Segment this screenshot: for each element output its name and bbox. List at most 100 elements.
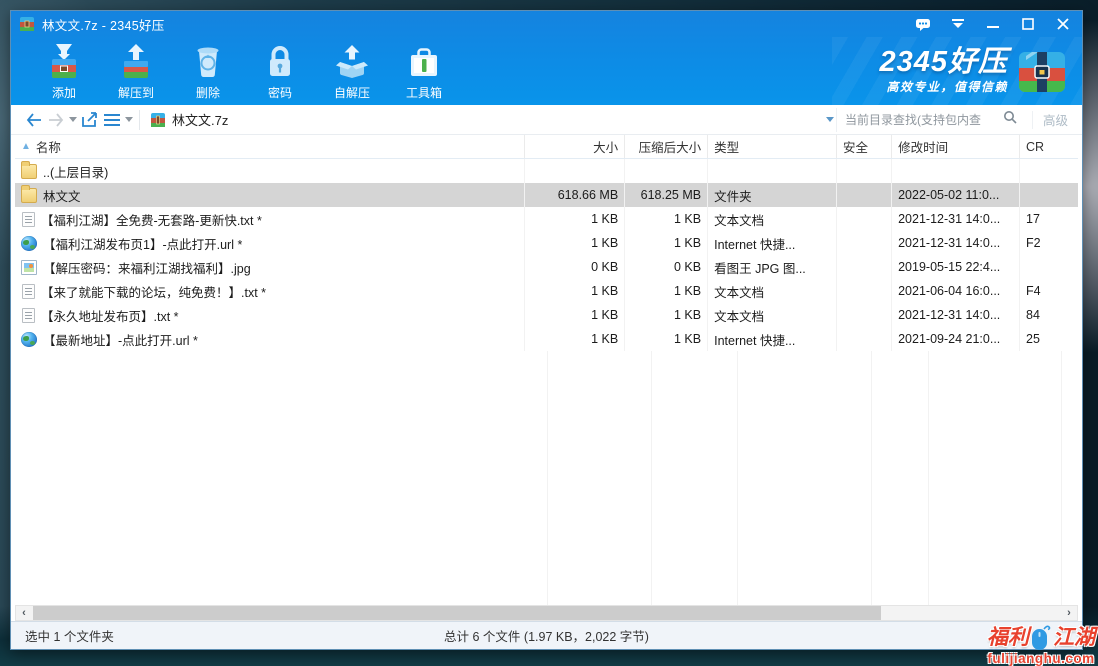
file-packed-size-cell: 618.25 MB <box>625 183 708 207</box>
toolbar-toolbox-button[interactable]: 工具箱 <box>391 41 457 103</box>
search-input[interactable] <box>845 113 1003 127</box>
file-list: ..(上层目录) 林文文 618.66 MB 618.25 MB 文件夹 202… <box>15 159 1078 351</box>
column-header-type[interactable]: 类型 <box>708 135 837 158</box>
column-header-modified[interactable]: 修改时间 <box>892 135 1020 158</box>
feedback-icon[interactable] <box>910 14 936 34</box>
jpg-file-icon <box>21 260 37 275</box>
maximize-button[interactable] <box>1015 14 1041 34</box>
scrollbar-thumb[interactable] <box>33 606 881 620</box>
toolbar-add-button[interactable]: 添加 <box>31 41 97 103</box>
table-row[interactable]: 【永久地址发布页】.txt * 1 KB 1 KB 文本文档 2021-12-3… <box>15 303 1078 327</box>
sort-ascending-icon: ▲ <box>21 141 31 152</box>
file-modified-cell: 2021-12-31 14:0... <box>892 303 1020 327</box>
address-bar: 林文文.7z 高级 <box>11 105 1082 135</box>
file-modified-cell: 2022-05-02 11:0... <box>892 183 1020 207</box>
file-modified-cell: 2021-12-31 14:0... <box>892 207 1020 231</box>
txt-file-icon <box>22 308 35 323</box>
file-type-cell: 文本文档 <box>708 303 837 327</box>
file-name-text: ..(上层目录) <box>43 162 108 181</box>
extract-to-icon <box>116 41 156 83</box>
toolbar-password-button[interactable]: 密码 <box>247 41 313 103</box>
toolbar-button-label: 密码 <box>268 84 292 101</box>
close-button[interactable] <box>1050 14 1076 34</box>
file-size-cell: 1 KB <box>525 327 625 351</box>
column-gridline <box>1061 351 1062 605</box>
file-crc-cell: 25 <box>1020 327 1078 351</box>
column-gridline <box>871 351 872 605</box>
column-header-packed[interactable]: 压缩后大小 <box>625 135 708 158</box>
forward-icon[interactable] <box>45 109 67 131</box>
file-type-cell: Internet 快捷... <box>708 327 837 351</box>
view-caret-icon[interactable] <box>123 109 135 131</box>
advanced-search-button[interactable]: 高级 <box>1032 111 1076 129</box>
toolbar-sfx-button[interactable]: 自解压 <box>319 41 385 103</box>
file-name-text: 林文文 <box>43 186 81 205</box>
file-packed-size-cell <box>625 159 708 183</box>
file-modified-cell: 2021-12-31 14:0... <box>892 231 1020 255</box>
horizontal-scrollbar[interactable]: ‹ › <box>15 605 1078 621</box>
haozip-window: 林文文.7z - 2345好压 <box>10 10 1083 650</box>
file-size-cell: 1 KB <box>525 231 625 255</box>
file-name-cell: 【永久地址发布页】.txt * <box>15 303 525 327</box>
table-row[interactable]: ..(上层目录) <box>15 159 1078 183</box>
trash-icon <box>188 41 228 83</box>
file-size-cell: 1 KB <box>525 303 625 327</box>
address-dropdown-icon[interactable] <box>824 109 836 131</box>
toolbar-button-label: 删除 <box>196 84 220 101</box>
file-name-cell: 【解压密码：来福利江湖找福利】.jpg <box>15 255 525 279</box>
minimize-button[interactable] <box>980 14 1006 34</box>
file-packed-size-cell: 1 KB <box>625 231 708 255</box>
file-name-cell: 【福利江湖】全免费-无套路-更新快.txt * <box>15 207 525 231</box>
address-path-field[interactable]: 林文文.7z <box>146 108 836 132</box>
file-name-text: 【永久地址发布页】.txt * <box>41 306 179 325</box>
file-crc-cell: 84 <box>1020 303 1078 327</box>
toolbar: 添加 解压到 <box>11 37 1082 105</box>
extract-shortcut-icon[interactable] <box>79 109 101 131</box>
column-header-name[interactable]: ▲ 名称 <box>15 135 525 158</box>
watermark-part2: 江湖 <box>1053 627 1095 648</box>
file-name-cell: 【来了就能下载的论坛，纯免费！】.txt * <box>15 279 525 303</box>
view-list-icon[interactable] <box>101 109 123 131</box>
titlebar[interactable]: 林文文.7z - 2345好压 <box>11 11 1082 37</box>
table-row[interactable]: 【福利江湖发布页1】-点此打开.url * 1 KB 1 KB Internet… <box>15 231 1078 255</box>
toolbar-button-label: 自解压 <box>334 84 370 101</box>
url-file-icon <box>21 332 37 347</box>
file-security-cell <box>837 231 892 255</box>
lock-icon <box>260 41 300 83</box>
toolbar-button-label: 添加 <box>52 84 76 101</box>
file-type-cell <box>708 159 837 183</box>
self-extract-icon <box>332 41 372 83</box>
scroll-right-icon[interactable]: › <box>1061 606 1077 620</box>
file-size-cell: 1 KB <box>525 207 625 231</box>
table-row[interactable]: 【最新地址】-点此打开.url * 1 KB 1 KB Internet 快捷.… <box>15 327 1078 351</box>
search-icon[interactable] <box>1003 110 1017 129</box>
menu-dropdown-icon[interactable] <box>945 14 971 34</box>
table-row[interactable]: 【福利江湖】全免费-无套路-更新快.txt * 1 KB 1 KB 文本文档 2… <box>15 207 1078 231</box>
file-type-cell: 文件夹 <box>708 183 837 207</box>
file-security-cell <box>837 279 892 303</box>
column-gridline <box>547 351 548 605</box>
file-packed-size-cell: 1 KB <box>625 207 708 231</box>
app-archive-icon <box>19 16 35 32</box>
status-bar: 选中 1 个文件夹 总计 6 个文件 (1.97 KB，2,022 字节) <box>11 621 1082 649</box>
empty-list-area <box>15 351 1078 605</box>
table-row[interactable]: 【来了就能下载的论坛，纯免费！】.txt * 1 KB 1 KB 文本文档 20… <box>15 279 1078 303</box>
history-caret-icon[interactable] <box>67 109 79 131</box>
column-header-security[interactable]: 安全 <box>837 135 892 158</box>
file-name-text: 【福利江湖发布页1】-点此打开.url * <box>43 234 242 253</box>
toolbar-extract-button[interactable]: 解压到 <box>103 41 169 103</box>
file-crc-cell <box>1020 255 1078 279</box>
scroll-left-icon[interactable]: ‹ <box>16 606 32 620</box>
file-security-cell <box>837 207 892 231</box>
search-box <box>836 108 1032 132</box>
column-header-crc[interactable]: CR <box>1020 135 1078 158</box>
desktop-root: { "window": { "title": "林文文.7z - 2345好压"… <box>0 0 1098 666</box>
toolbar-delete-button[interactable]: 删除 <box>175 41 241 103</box>
column-header-size[interactable]: 大小 <box>525 135 625 158</box>
back-icon[interactable] <box>23 109 45 131</box>
watermark-domain: fulijianghu.com <box>987 652 1095 666</box>
table-row[interactable]: 【解压密码：来福利江湖找福利】.jpg 0 KB 0 KB 看图王 JPG 图.… <box>15 255 1078 279</box>
table-row[interactable]: 林文文 618.66 MB 618.25 MB 文件夹 2022-05-02 1… <box>15 183 1078 207</box>
file-modified-cell <box>892 159 1020 183</box>
watermark: 福利 江湖 fulijianghu.com <box>987 624 1095 666</box>
